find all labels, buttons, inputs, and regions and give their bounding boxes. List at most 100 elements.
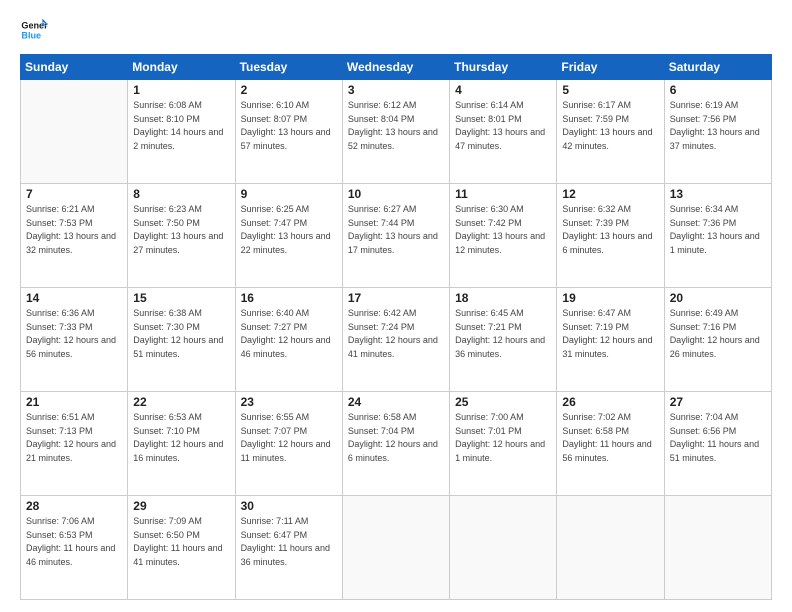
day-detail: Sunrise: 7:00 AMSunset: 7:01 PMDaylight:… xyxy=(455,412,545,463)
calendar-cell: 22 Sunrise: 6:53 AMSunset: 7:10 PMDaylig… xyxy=(128,392,235,496)
day-number: 11 xyxy=(455,187,551,201)
calendar-cell: 2 Sunrise: 6:10 AMSunset: 8:07 PMDayligh… xyxy=(235,80,342,184)
calendar-cell: 9 Sunrise: 6:25 AMSunset: 7:47 PMDayligh… xyxy=(235,184,342,288)
calendar-cell: 18 Sunrise: 6:45 AMSunset: 7:21 PMDaylig… xyxy=(450,288,557,392)
weekday-header: Saturday xyxy=(664,55,771,80)
day-detail: Sunrise: 6:36 AMSunset: 7:33 PMDaylight:… xyxy=(26,308,116,359)
logo: General Blue xyxy=(20,16,52,44)
day-number: 1 xyxy=(133,83,229,97)
calendar-cell: 3 Sunrise: 6:12 AMSunset: 8:04 PMDayligh… xyxy=(342,80,449,184)
day-number: 20 xyxy=(670,291,766,305)
weekday-header: Sunday xyxy=(21,55,128,80)
day-number: 13 xyxy=(670,187,766,201)
calendar-cell: 23 Sunrise: 6:55 AMSunset: 7:07 PMDaylig… xyxy=(235,392,342,496)
calendar-cell xyxy=(664,496,771,600)
day-detail: Sunrise: 6:51 AMSunset: 7:13 PMDaylight:… xyxy=(26,412,116,463)
calendar-cell: 26 Sunrise: 7:02 AMSunset: 6:58 PMDaylig… xyxy=(557,392,664,496)
calendar-cell: 21 Sunrise: 6:51 AMSunset: 7:13 PMDaylig… xyxy=(21,392,128,496)
weekday-header: Tuesday xyxy=(235,55,342,80)
day-number: 14 xyxy=(26,291,122,305)
day-detail: Sunrise: 6:19 AMSunset: 7:56 PMDaylight:… xyxy=(670,100,760,151)
day-detail: Sunrise: 6:23 AMSunset: 7:50 PMDaylight:… xyxy=(133,204,223,255)
day-detail: Sunrise: 6:53 AMSunset: 7:10 PMDaylight:… xyxy=(133,412,223,463)
day-number: 2 xyxy=(241,83,337,97)
calendar-cell: 28 Sunrise: 7:06 AMSunset: 6:53 PMDaylig… xyxy=(21,496,128,600)
page: General Blue SundayMondayTuesdayWednesda… xyxy=(0,0,792,612)
day-detail: Sunrise: 6:42 AMSunset: 7:24 PMDaylight:… xyxy=(348,308,438,359)
calendar-cell: 27 Sunrise: 7:04 AMSunset: 6:56 PMDaylig… xyxy=(664,392,771,496)
calendar-table: SundayMondayTuesdayWednesdayThursdayFrid… xyxy=(20,54,772,600)
day-detail: Sunrise: 6:25 AMSunset: 7:47 PMDaylight:… xyxy=(241,204,331,255)
calendar-cell: 5 Sunrise: 6:17 AMSunset: 7:59 PMDayligh… xyxy=(557,80,664,184)
calendar-cell: 13 Sunrise: 6:34 AMSunset: 7:36 PMDaylig… xyxy=(664,184,771,288)
calendar-cell: 14 Sunrise: 6:36 AMSunset: 7:33 PMDaylig… xyxy=(21,288,128,392)
calendar-cell xyxy=(450,496,557,600)
day-number: 7 xyxy=(26,187,122,201)
day-detail: Sunrise: 6:40 AMSunset: 7:27 PMDaylight:… xyxy=(241,308,331,359)
calendar-cell: 7 Sunrise: 6:21 AMSunset: 7:53 PMDayligh… xyxy=(21,184,128,288)
day-number: 16 xyxy=(241,291,337,305)
svg-text:Blue: Blue xyxy=(21,30,41,40)
calendar-week-row: 28 Sunrise: 7:06 AMSunset: 6:53 PMDaylig… xyxy=(21,496,772,600)
day-number: 18 xyxy=(455,291,551,305)
day-number: 25 xyxy=(455,395,551,409)
day-number: 19 xyxy=(562,291,658,305)
day-number: 27 xyxy=(670,395,766,409)
day-detail: Sunrise: 6:27 AMSunset: 7:44 PMDaylight:… xyxy=(348,204,438,255)
day-detail: Sunrise: 6:34 AMSunset: 7:36 PMDaylight:… xyxy=(670,204,760,255)
day-number: 26 xyxy=(562,395,658,409)
calendar-cell: 1 Sunrise: 6:08 AMSunset: 8:10 PMDayligh… xyxy=(128,80,235,184)
calendar-cell: 10 Sunrise: 6:27 AMSunset: 7:44 PMDaylig… xyxy=(342,184,449,288)
day-number: 30 xyxy=(241,499,337,513)
weekday-header: Monday xyxy=(128,55,235,80)
day-number: 12 xyxy=(562,187,658,201)
calendar-cell: 24 Sunrise: 6:58 AMSunset: 7:04 PMDaylig… xyxy=(342,392,449,496)
day-number: 29 xyxy=(133,499,229,513)
day-detail: Sunrise: 6:45 AMSunset: 7:21 PMDaylight:… xyxy=(455,308,545,359)
calendar-week-row: 7 Sunrise: 6:21 AMSunset: 7:53 PMDayligh… xyxy=(21,184,772,288)
calendar-cell xyxy=(342,496,449,600)
day-number: 17 xyxy=(348,291,444,305)
calendar-cell: 16 Sunrise: 6:40 AMSunset: 7:27 PMDaylig… xyxy=(235,288,342,392)
day-detail: Sunrise: 6:17 AMSunset: 7:59 PMDaylight:… xyxy=(562,100,652,151)
day-detail: Sunrise: 7:04 AMSunset: 6:56 PMDaylight:… xyxy=(670,412,759,463)
calendar-cell: 6 Sunrise: 6:19 AMSunset: 7:56 PMDayligh… xyxy=(664,80,771,184)
calendar-cell: 25 Sunrise: 7:00 AMSunset: 7:01 PMDaylig… xyxy=(450,392,557,496)
day-detail: Sunrise: 6:10 AMSunset: 8:07 PMDaylight:… xyxy=(241,100,331,151)
calendar-week-row: 21 Sunrise: 6:51 AMSunset: 7:13 PMDaylig… xyxy=(21,392,772,496)
day-detail: Sunrise: 7:02 AMSunset: 6:58 PMDaylight:… xyxy=(562,412,651,463)
logo-icon: General Blue xyxy=(20,16,48,44)
day-number: 23 xyxy=(241,395,337,409)
day-number: 22 xyxy=(133,395,229,409)
calendar-cell: 15 Sunrise: 6:38 AMSunset: 7:30 PMDaylig… xyxy=(128,288,235,392)
day-detail: Sunrise: 7:11 AMSunset: 6:47 PMDaylight:… xyxy=(241,516,330,567)
day-detail: Sunrise: 6:32 AMSunset: 7:39 PMDaylight:… xyxy=(562,204,652,255)
day-detail: Sunrise: 6:38 AMSunset: 7:30 PMDaylight:… xyxy=(133,308,223,359)
day-number: 3 xyxy=(348,83,444,97)
calendar-cell: 20 Sunrise: 6:49 AMSunset: 7:16 PMDaylig… xyxy=(664,288,771,392)
calendar-cell xyxy=(557,496,664,600)
weekday-header: Wednesday xyxy=(342,55,449,80)
day-detail: Sunrise: 6:14 AMSunset: 8:01 PMDaylight:… xyxy=(455,100,545,151)
day-number: 6 xyxy=(670,83,766,97)
day-number: 9 xyxy=(241,187,337,201)
day-detail: Sunrise: 6:21 AMSunset: 7:53 PMDaylight:… xyxy=(26,204,116,255)
calendar-cell: 8 Sunrise: 6:23 AMSunset: 7:50 PMDayligh… xyxy=(128,184,235,288)
day-number: 24 xyxy=(348,395,444,409)
day-detail: Sunrise: 6:58 AMSunset: 7:04 PMDaylight:… xyxy=(348,412,438,463)
calendar-cell: 4 Sunrise: 6:14 AMSunset: 8:01 PMDayligh… xyxy=(450,80,557,184)
calendar-cell: 29 Sunrise: 7:09 AMSunset: 6:50 PMDaylig… xyxy=(128,496,235,600)
day-number: 10 xyxy=(348,187,444,201)
day-detail: Sunrise: 7:06 AMSunset: 6:53 PMDaylight:… xyxy=(26,516,115,567)
weekday-header: Thursday xyxy=(450,55,557,80)
calendar-cell: 12 Sunrise: 6:32 AMSunset: 7:39 PMDaylig… xyxy=(557,184,664,288)
day-number: 4 xyxy=(455,83,551,97)
calendar-week-row: 14 Sunrise: 6:36 AMSunset: 7:33 PMDaylig… xyxy=(21,288,772,392)
day-detail: Sunrise: 6:08 AMSunset: 8:10 PMDaylight:… xyxy=(133,100,223,151)
weekday-header: Friday xyxy=(557,55,664,80)
day-detail: Sunrise: 6:49 AMSunset: 7:16 PMDaylight:… xyxy=(670,308,760,359)
calendar-cell: 17 Sunrise: 6:42 AMSunset: 7:24 PMDaylig… xyxy=(342,288,449,392)
day-detail: Sunrise: 6:30 AMSunset: 7:42 PMDaylight:… xyxy=(455,204,545,255)
day-detail: Sunrise: 6:47 AMSunset: 7:19 PMDaylight:… xyxy=(562,308,652,359)
day-number: 21 xyxy=(26,395,122,409)
